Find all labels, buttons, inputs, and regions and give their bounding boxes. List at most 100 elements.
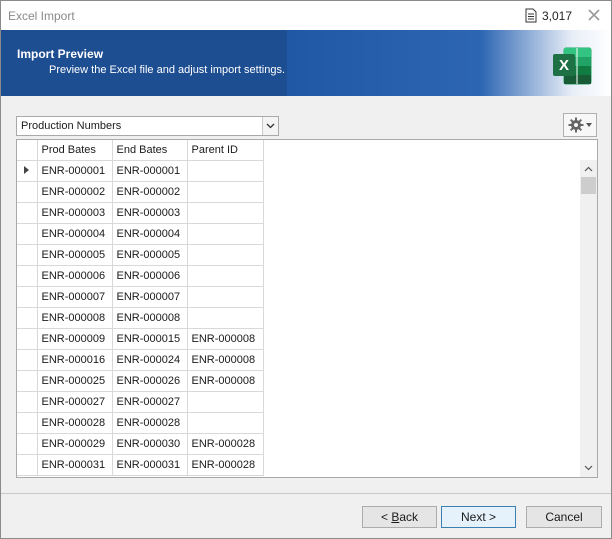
row-indicator[interactable]: [17, 328, 38, 350]
table-row[interactable]: ENR-000029 ENR-000030 ENR-000028: [17, 433, 264, 455]
cell-prod-bates[interactable]: ENR-000016: [37, 349, 113, 371]
table-row[interactable]: ENR-000005 ENR-000005: [17, 244, 264, 266]
table-row[interactable]: ENR-000004 ENR-000004: [17, 223, 264, 245]
cell-prod-bates[interactable]: ENR-000001: [37, 160, 113, 182]
cell-parent-id[interactable]: ENR-000028: [187, 454, 264, 476]
vertical-scrollbar[interactable]: [580, 160, 597, 477]
table-row[interactable]: ENR-000002 ENR-000002: [17, 181, 264, 203]
cell-prod-bates[interactable]: ENR-000008: [37, 307, 113, 329]
cell-parent-id[interactable]: [187, 244, 264, 266]
excel-logo-icon: X: [553, 47, 592, 85]
table-row[interactable]: ENR-000003 ENR-000003: [17, 202, 264, 224]
cell-prod-bates[interactable]: ENR-000006: [37, 265, 113, 287]
cell-end-bates[interactable]: ENR-000030: [112, 433, 188, 455]
cell-prod-bates[interactable]: ENR-000005: [37, 244, 113, 266]
cell-end-bates[interactable]: ENR-000006: [112, 265, 188, 287]
row-indicator[interactable]: [17, 370, 38, 392]
cell-end-bates[interactable]: ENR-000001: [112, 160, 188, 182]
cell-end-bates[interactable]: ENR-000002: [112, 181, 188, 203]
row-indicator[interactable]: [17, 433, 38, 455]
table-row[interactable]: ENR-000016 ENR-000024 ENR-000008: [17, 349, 264, 371]
cell-end-bates[interactable]: ENR-000028: [112, 412, 188, 434]
cell-parent-id[interactable]: [187, 202, 264, 224]
row-indicator[interactable]: [17, 286, 38, 308]
cell-end-bates[interactable]: ENR-000008: [112, 307, 188, 329]
scroll-down-button[interactable]: [580, 461, 597, 475]
back-button-mnemonic: B: [391, 510, 400, 524]
cell-end-bates[interactable]: ENR-000026: [112, 370, 188, 392]
cell-prod-bates[interactable]: ENR-000003: [37, 202, 113, 224]
table-row[interactable]: ENR-000006 ENR-000006: [17, 265, 264, 287]
back-button[interactable]: < Back: [362, 506, 437, 528]
table-row[interactable]: ENR-000008 ENR-000008: [17, 307, 264, 329]
caret-down-icon: [586, 123, 592, 127]
cell-prod-bates[interactable]: ENR-000002: [37, 181, 113, 203]
settings-button[interactable]: [563, 113, 597, 137]
row-indicator[interactable]: [17, 160, 38, 182]
row-indicator[interactable]: [17, 454, 38, 476]
row-indicator[interactable]: [17, 349, 38, 371]
cell-parent-id[interactable]: [187, 412, 264, 434]
cell-prod-bates[interactable]: ENR-000031: [37, 454, 113, 476]
row-indicator[interactable]: [17, 223, 38, 245]
table-row[interactable]: ENR-000027 ENR-000027: [17, 391, 264, 413]
table-row[interactable]: ENR-000007 ENR-000007: [17, 286, 264, 308]
row-indicator[interactable]: [17, 181, 38, 203]
cell-prod-bates[interactable]: ENR-000029: [37, 433, 113, 455]
cell-end-bates[interactable]: ENR-000003: [112, 202, 188, 224]
cell-parent-id[interactable]: ENR-000008: [187, 349, 264, 371]
sheet-select[interactable]: Production Numbers: [16, 116, 279, 136]
column-header-prod-bates[interactable]: Prod Bates: [37, 140, 113, 161]
scroll-thumb[interactable]: [581, 177, 596, 194]
row-indicator[interactable]: [17, 307, 38, 329]
cell-end-bates[interactable]: ENR-000027: [112, 391, 188, 413]
cell-end-bates[interactable]: ENR-000024: [112, 349, 188, 371]
chevron-down-icon: [584, 465, 593, 471]
cell-parent-id[interactable]: [187, 307, 264, 329]
banner-title: Import Preview: [17, 47, 104, 61]
close-icon: [588, 9, 600, 21]
cell-parent-id[interactable]: [187, 265, 264, 287]
cell-parent-id[interactable]: [187, 391, 264, 413]
cell-prod-bates[interactable]: ENR-000025: [37, 370, 113, 392]
scroll-up-button[interactable]: [580, 162, 597, 176]
footer-divider: [1, 493, 611, 494]
cell-end-bates[interactable]: ENR-000007: [112, 286, 188, 308]
cell-prod-bates[interactable]: ENR-000028: [37, 412, 113, 434]
cell-parent-id[interactable]: ENR-000008: [187, 370, 264, 392]
column-header-end-bates[interactable]: End Bates: [112, 140, 188, 161]
row-indicator[interactable]: [17, 391, 38, 413]
row-indicator[interactable]: [17, 412, 38, 434]
cell-prod-bates[interactable]: ENR-000027: [37, 391, 113, 413]
cell-end-bates[interactable]: ENR-000015: [112, 328, 188, 350]
cell-parent-id[interactable]: ENR-000008: [187, 328, 264, 350]
cell-parent-id[interactable]: ENR-000028: [187, 433, 264, 455]
cell-parent-id[interactable]: [187, 223, 264, 245]
chevron-down-icon: [266, 123, 275, 129]
cell-prod-bates[interactable]: ENR-000004: [37, 223, 113, 245]
next-button[interactable]: Next >: [441, 506, 516, 528]
cell-parent-id[interactable]: [187, 160, 264, 182]
row-indicator[interactable]: [17, 244, 38, 266]
column-header-parent-id[interactable]: Parent ID: [187, 140, 264, 161]
document-count-value: 3,017: [542, 8, 573, 23]
table-row[interactable]: ENR-000001 ENR-000001: [17, 160, 264, 182]
cell-prod-bates[interactable]: ENR-000007: [37, 286, 113, 308]
table-row[interactable]: ENR-000025 ENR-000026 ENR-000008: [17, 370, 264, 392]
preview-grid[interactable]: Prod Bates End Bates Parent ID ENR-00000…: [16, 139, 598, 478]
table-row[interactable]: ENR-000028 ENR-000028: [17, 412, 264, 434]
cell-end-bates[interactable]: ENR-000031: [112, 454, 188, 476]
cell-end-bates[interactable]: ENR-000005: [112, 244, 188, 266]
table-row[interactable]: ENR-000009 ENR-000015 ENR-000008: [17, 328, 264, 350]
cell-end-bates[interactable]: ENR-000004: [112, 223, 188, 245]
row-indicator[interactable]: [17, 202, 38, 224]
close-button[interactable]: [585, 5, 603, 25]
back-button-rest: ack: [399, 510, 419, 524]
cell-prod-bates[interactable]: ENR-000009: [37, 328, 113, 350]
table-row[interactable]: ENR-000031 ENR-000031 ENR-000028: [17, 454, 264, 476]
cell-parent-id[interactable]: [187, 181, 264, 203]
cell-parent-id[interactable]: [187, 286, 264, 308]
sheet-select-dropdown-button[interactable]: [262, 117, 278, 135]
cancel-button[interactable]: Cancel: [526, 506, 602, 528]
row-indicator[interactable]: [17, 265, 38, 287]
